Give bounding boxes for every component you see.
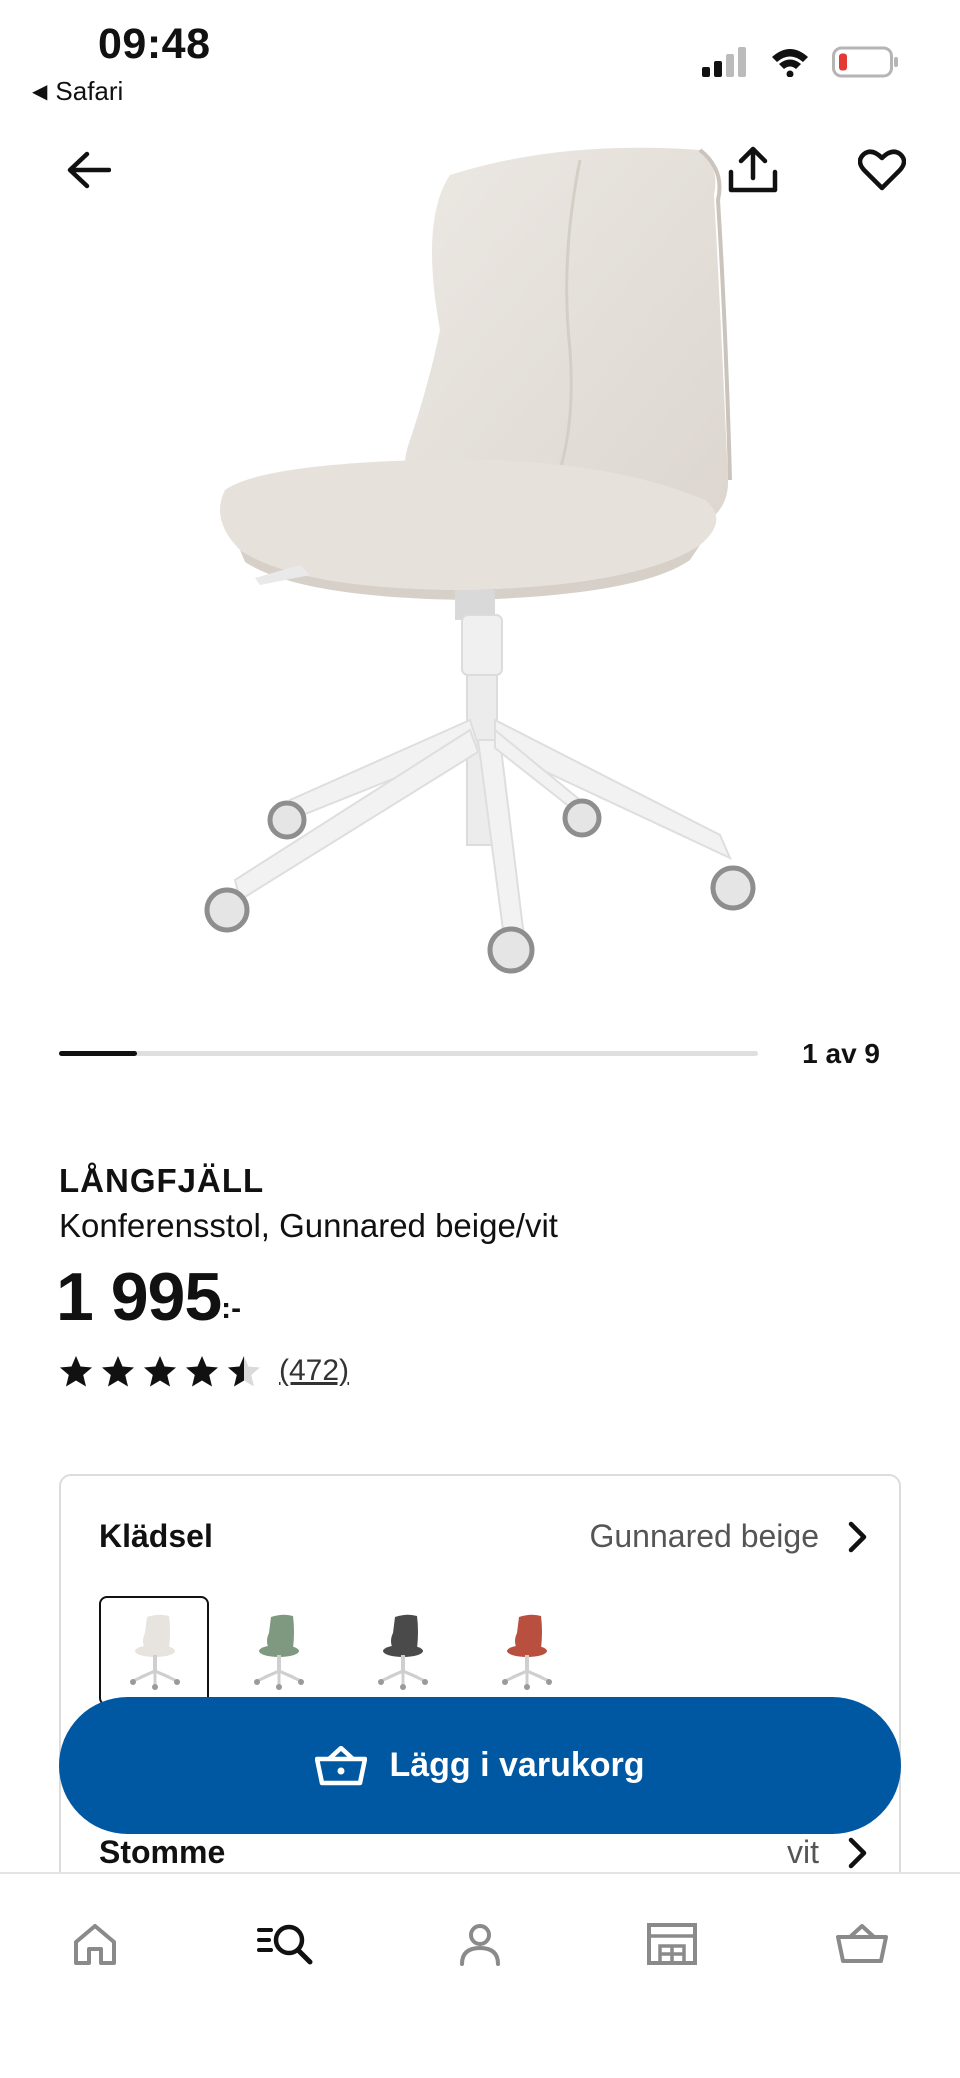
status-bar: 09:48 ◀ Safari [0, 0, 960, 118]
frame-value: vit [787, 1834, 819, 1870]
back-app-label: Safari [55, 76, 124, 106]
star-icon [186, 1355, 218, 1386]
chevron-right-icon [848, 1521, 867, 1552]
upholstery-swatch[interactable] [347, 1596, 457, 1706]
star-icon [102, 1355, 134, 1386]
arrow-left-icon [67, 151, 111, 189]
heart-icon [858, 149, 906, 191]
price-suffix: :- [221, 1292, 242, 1325]
product-image[interactable] [0, 118, 960, 1008]
tab-profile[interactable] [430, 1904, 530, 1984]
product-description: Konferensstol, Gunnared beige/vit [59, 1207, 558, 1244]
tab-stores[interactable] [622, 1904, 722, 1984]
chair-thumbnail-icon [254, 1614, 304, 1690]
status-time: 09:48 [98, 20, 211, 68]
share-button[interactable] [713, 130, 793, 210]
upholstery-swatch[interactable] [471, 1596, 581, 1706]
product-price: 1 995 :- [56, 1258, 241, 1336]
battery-icon [832, 46, 898, 78]
store-icon [647, 1923, 697, 1965]
tab-cart[interactable] [812, 1904, 912, 1984]
wifi-icon [772, 49, 808, 77]
bottom-tab-bar [0, 1872, 960, 2078]
upholstery-swatch[interactable] [223, 1596, 333, 1706]
share-icon [728, 146, 778, 193]
star-icon [60, 1355, 92, 1386]
add-to-cart-button[interactable]: Lägg i varukorg [59, 1697, 901, 1834]
tab-home[interactable] [45, 1904, 145, 1984]
star-icon [144, 1355, 176, 1386]
back-to-safari-link[interactable]: ◀ Safari [32, 76, 123, 107]
favourite-button[interactable] [842, 130, 922, 210]
chair-thumbnail-icon [502, 1614, 552, 1690]
chair-thumbnail-icon [130, 1614, 180, 1690]
signal-icon [702, 47, 746, 77]
profile-icon [460, 1924, 500, 1966]
rating-stars [59, 1355, 261, 1388]
basket-icon [836, 1924, 888, 1963]
back-button[interactable] [48, 130, 128, 210]
back-triangle-icon: ◀ [32, 81, 48, 103]
tab-search[interactable] [236, 1904, 336, 1984]
home-icon [74, 1924, 116, 1965]
frame-option-row[interactable]: Stomme vit [99, 1834, 869, 1871]
price-amount: 1 995 [56, 1259, 222, 1335]
star-icon [228, 1355, 260, 1386]
search-icon [257, 1924, 313, 1965]
review-count-link[interactable]: (472) [279, 1354, 349, 1388]
upholstery-label: Klädsel [99, 1518, 213, 1554]
chair-thumbnail-icon [378, 1614, 428, 1690]
carousel-progress-bar [59, 1051, 758, 1056]
frame-label: Stomme [99, 1834, 226, 1870]
chevron-right-icon [848, 1837, 867, 1868]
product-rating[interactable]: (472) [59, 1354, 349, 1388]
upholstery-swatch[interactable] [99, 1596, 209, 1706]
carousel-counter: 1 av 9 [802, 1038, 880, 1069]
status-icons [700, 46, 900, 78]
office-chair-illustration [204, 147, 756, 974]
product-name: LÅNGFJÄLL [59, 1162, 265, 1199]
carousel-progress-fill [59, 1051, 137, 1056]
add-to-cart-label: Lägg i varukorg [389, 1746, 645, 1784]
upholstery-swatches [99, 1596, 581, 1706]
upholstery-value: Gunnared beige [589, 1518, 819, 1554]
basket-icon [315, 1745, 368, 1785]
upholstery-option-row[interactable]: Klädsel Gunnared beige [99, 1518, 869, 1555]
